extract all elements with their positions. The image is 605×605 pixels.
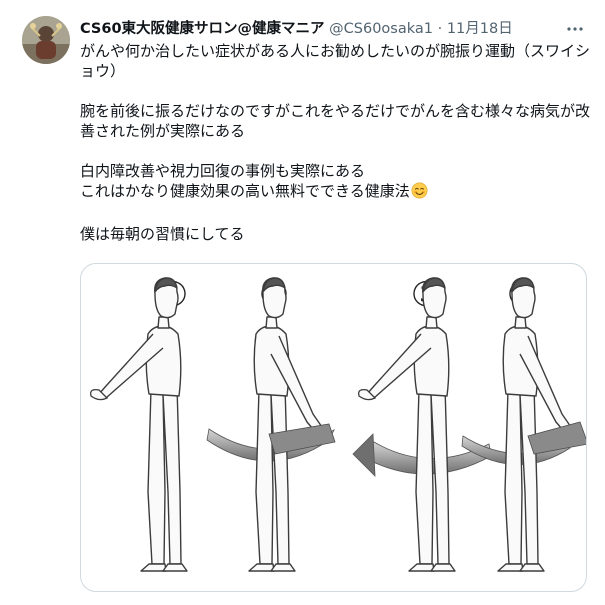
smiling-face-icon (411, 182, 428, 204)
tweet-paragraph: 白内障改善や視力回復の事例も実際にある これはかなり健康効果の高い無料でできる健… (80, 161, 592, 204)
figure-step-4 (461, 277, 586, 572)
figure-step-1 (90, 277, 188, 572)
more-options-button[interactable] (563, 18, 587, 40)
figure-step-3 (352, 277, 492, 572)
tweet-paragraph-text: 白内障改善や視力回復の事例も実際にある これはかなり健康効果の高い無料でできる健… (80, 162, 410, 200)
avatar[interactable] (22, 16, 70, 64)
tweet-timestamp[interactable]: 11月18日 (447, 21, 513, 37)
tweet-card[interactable]: CS60東大阪健康サロン@健康マニア @CS60osaka1 · 11月18日 … (0, 0, 605, 605)
header-separator: · (437, 21, 443, 37)
author-handle[interactable]: @CS60osaka1 (329, 21, 433, 37)
figure-step-2 (206, 277, 336, 572)
tweet-paragraph: がんや何か治したい症状がある人にお勧めしたいのが腕振り運動（スワイショウ） (80, 42, 591, 80)
step-labels: ① ② ③ ④ (158, 275, 537, 315)
more-dots-icon (567, 27, 583, 31)
author-name[interactable]: CS60東大阪健康サロン@健康マニア (80, 21, 325, 37)
arm-swing-illustration: ① ② ③ ④ (90, 275, 586, 572)
tweet-paragraph: 僕は毎朝の習慣にしてる (80, 225, 245, 243)
tweet-paragraph: 腕を前後に振るだけなのですがこれをやるだけでがんを含む様々な病気が改善された例が… (80, 102, 591, 140)
tweet-text: がんや何か治したい症状がある人にお勧めしたいのが腕振り運動（スワイショウ） 腕を… (80, 41, 592, 244)
tweet-header: CS60東大阪健康サロン@健康マニア @CS60osaka1 · 11月18日 (80, 18, 587, 40)
tweet-media-image[interactable]: ① ② ③ ④ (80, 263, 587, 592)
avatar-image (22, 16, 70, 64)
